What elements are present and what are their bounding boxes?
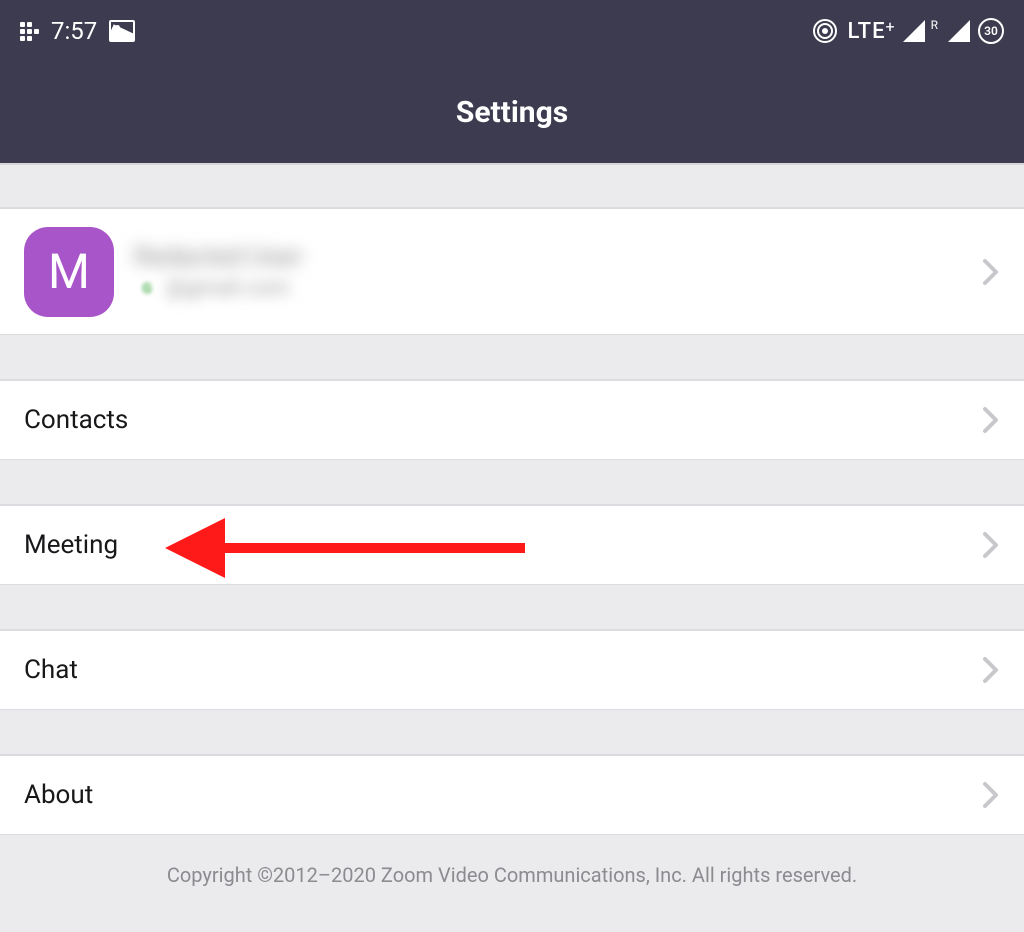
blackberry-icon xyxy=(20,22,39,41)
clock-time: 7:57 xyxy=(51,17,97,45)
profile-name: Redacted User xyxy=(134,242,303,272)
chat-row[interactable]: Chat xyxy=(0,630,1024,710)
chevron-right-icon xyxy=(982,781,1000,809)
row-label: About xyxy=(24,780,93,810)
about-row[interactable]: About xyxy=(0,755,1024,835)
section-gap xyxy=(0,163,1024,208)
roaming-label: R xyxy=(931,18,938,32)
settings-list: M Redacted User G @gmail.com Contacts Me… xyxy=(0,163,1024,915)
page-title: Settings xyxy=(456,95,568,130)
chevron-right-icon xyxy=(982,258,1000,286)
chevron-right-icon xyxy=(982,531,1000,559)
row-label: Contacts xyxy=(24,405,128,435)
signal-icon-1 xyxy=(903,20,925,42)
section-gap xyxy=(0,710,1024,755)
signal-icon-2 xyxy=(948,20,970,42)
lte-label: LTE + xyxy=(847,19,894,44)
chevron-right-icon xyxy=(982,656,1000,684)
status-right: LTE + R 30 xyxy=(811,17,1004,45)
row-label: Chat xyxy=(24,655,78,685)
picture-icon xyxy=(109,20,135,42)
google-icon: G xyxy=(134,276,160,302)
profile-email: @gmail.com xyxy=(166,276,289,301)
avatar: M xyxy=(24,227,114,317)
contacts-row[interactable]: Contacts xyxy=(0,380,1024,460)
profile-email-row: G @gmail.com xyxy=(134,276,303,302)
chevron-right-icon xyxy=(982,406,1000,434)
profile-info: Redacted User G @gmail.com xyxy=(134,242,303,302)
page-header: Settings xyxy=(0,62,1024,163)
copyright-footer: Copyright ©2012–2020 Zoom Video Communic… xyxy=(0,835,1024,915)
status-left: 7:57 xyxy=(20,17,135,45)
hotspot-icon xyxy=(811,17,839,45)
row-label: Meeting xyxy=(24,530,118,560)
battery-badge: 30 xyxy=(978,18,1004,44)
section-gap xyxy=(0,585,1024,630)
meeting-row[interactable]: Meeting xyxy=(0,505,1024,585)
status-bar: 7:57 LTE + R 30 xyxy=(0,0,1024,62)
profile-row[interactable]: M Redacted User G @gmail.com xyxy=(0,208,1024,335)
section-gap xyxy=(0,460,1024,505)
section-gap xyxy=(0,335,1024,380)
